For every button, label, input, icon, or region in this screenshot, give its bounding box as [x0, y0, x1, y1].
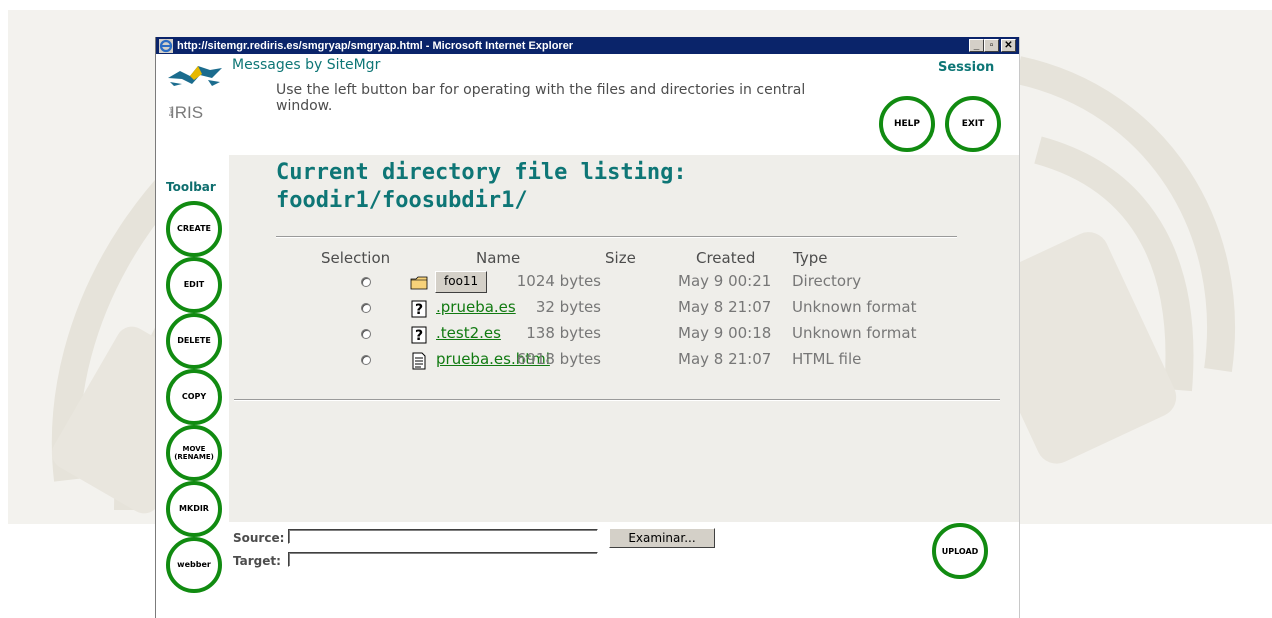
browse-button[interactable]: Examinar...: [609, 528, 715, 548]
source-label: Source:: [233, 531, 285, 545]
divider: [276, 236, 957, 238]
upload-frame: Source: Examinar... Target: UPLOAD: [229, 522, 1019, 618]
file-created: May 9 00:21: [678, 272, 772, 290]
folder-icon: [410, 276, 428, 290]
session-label: Session: [938, 60, 995, 75]
selection-radio[interactable]: [361, 303, 371, 313]
folder-open-button[interactable]: foo11: [435, 271, 488, 293]
column-header-size: Size: [605, 249, 636, 267]
title-bar[interactable]: http://sitemgr.rediris.es/smgryap/smgrya…: [156, 37, 1019, 54]
close-button[interactable]: ✕: [1001, 39, 1016, 52]
file-type: Unknown format: [792, 324, 917, 342]
file-created: May 9 00:18: [678, 324, 772, 342]
listing-heading-line1: Current directory file listing:: [276, 160, 687, 185]
column-header-name: Name: [476, 249, 521, 267]
table-row: ? .test2.es 138 bytes May 9 00:18 Unknow…: [229, 323, 1019, 349]
logo-small-text: Red: [169, 107, 175, 117]
divider: [234, 399, 1000, 401]
selection-radio[interactable]: [361, 355, 371, 365]
file-type: Unknown format: [792, 298, 917, 316]
table-row: prueba.es.html 6918 bytes May 8 21:07 HT…: [229, 349, 1019, 375]
svg-text:?: ?: [415, 302, 423, 318]
file-created: May 8 21:07: [678, 350, 772, 368]
mkdir-button[interactable]: MKDIR: [166, 481, 222, 537]
file-created: May 8 21:07: [678, 298, 772, 316]
file-size: 32 bytes: [535, 298, 601, 316]
column-header-created: Created: [696, 249, 756, 267]
table-row: foo11 1024 bytes May 9 00:21 Directory: [229, 271, 1019, 297]
file-link[interactable]: .prueba.es: [436, 297, 516, 317]
selection-radio[interactable]: [361, 277, 371, 287]
left-toolbar-frame: IRIS Red Toolbar CREATE EDIT DELETE COPY…: [156, 54, 229, 618]
unknown-file-icon: ?: [411, 326, 427, 344]
file-size: 138 bytes: [526, 324, 601, 342]
text-file-icon: [412, 352, 426, 370]
delete-button[interactable]: DELETE: [166, 313, 222, 369]
browser-window: http://sitemgr.rediris.es/smgryap/smgrya…: [155, 37, 1020, 618]
file-size: 6918 bytes: [516, 350, 601, 368]
messages-text: Use the left button bar for operating wi…: [276, 82, 806, 114]
file-type: HTML file: [792, 350, 862, 368]
file-type: Directory: [792, 272, 862, 290]
listing-heading: Current directory file listing: foodir1/…: [276, 159, 687, 215]
column-header-type: Type: [793, 249, 828, 267]
upload-button[interactable]: UPLOAD: [932, 523, 988, 579]
minimize-button[interactable]: _: [969, 39, 984, 52]
svg-text:?: ?: [415, 328, 423, 344]
move-rename-button[interactable]: MOVE (RENAME): [166, 425, 222, 481]
help-button[interactable]: HELP: [879, 96, 935, 152]
webber-button[interactable]: webber: [166, 537, 222, 593]
messages-title: Messages by SiteMgr: [232, 57, 381, 73]
window-title: http://sitemgr.rediris.es/smgryap/smgrya…: [177, 39, 574, 52]
column-header-selection: Selection: [321, 249, 391, 267]
file-listing-frame: Current directory file listing: foodir1/…: [229, 155, 1019, 522]
create-button[interactable]: CREATE: [166, 201, 222, 257]
copy-button[interactable]: COPY: [166, 369, 222, 425]
exit-button[interactable]: EXIT: [945, 96, 1001, 152]
edit-button[interactable]: EDIT: [166, 257, 222, 313]
selection-radio[interactable]: [361, 329, 371, 339]
target-input[interactable]: [288, 552, 598, 567]
target-label: Target:: [233, 554, 281, 568]
internet-explorer-icon: [159, 38, 173, 53]
toolbar-label: Toolbar: [166, 180, 216, 194]
maximize-button[interactable]: ▫: [984, 39, 999, 52]
table-row: ? .prueba.es 32 bytes May 8 21:07 Unknow…: [229, 297, 1019, 323]
current-directory-path: foodir1/foosubdir1/: [276, 188, 528, 213]
source-input[interactable]: [288, 529, 598, 544]
file-link[interactable]: .test2.es: [436, 323, 501, 343]
unknown-file-icon: ?: [411, 300, 427, 318]
messages-frame: Messages by SiteMgr Use the left button …: [229, 54, 1019, 155]
file-size: 1024 bytes: [516, 272, 601, 290]
